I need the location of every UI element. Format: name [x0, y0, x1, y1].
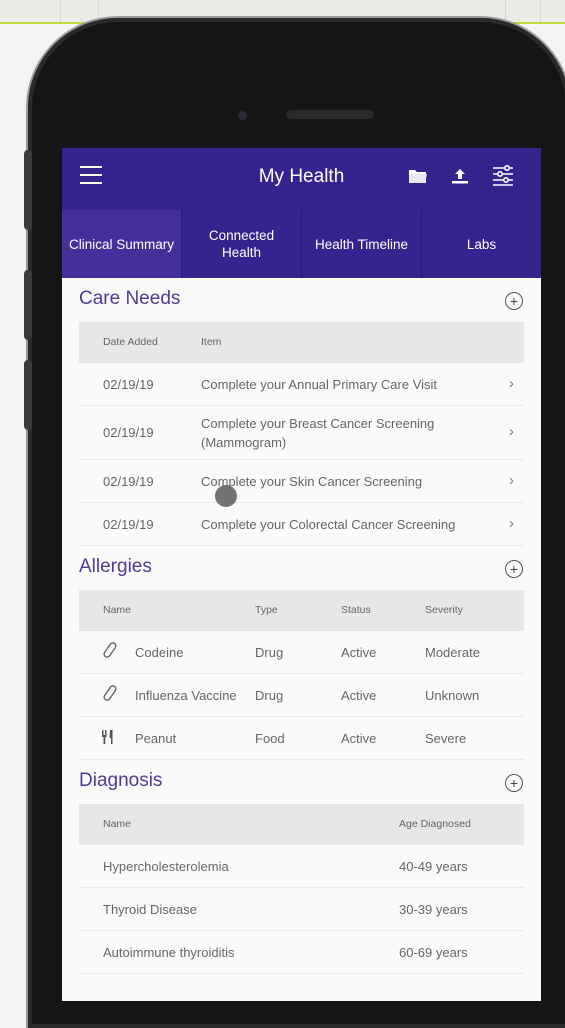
earpiece-speaker — [286, 110, 374, 119]
add-care-need-button[interactable]: + — [505, 292, 523, 310]
column-header: Name — [103, 604, 132, 616]
tab-clinical-summary[interactable]: Clinical Summary — [62, 210, 181, 278]
allergy-row[interactable]: Peanut Food Active Severe — [79, 717, 524, 760]
tab-label: Labs — [466, 236, 497, 252]
app-header: My Health — [62, 148, 541, 210]
date-cell: 02/19/19 — [103, 517, 154, 532]
phone-volume-up — [24, 270, 32, 340]
column-header: Status — [341, 604, 371, 616]
front-camera — [238, 111, 247, 120]
phone-side-button — [24, 150, 32, 230]
filter-settings-icon[interactable] — [492, 164, 514, 193]
add-diagnosis-button[interactable]: + — [505, 774, 523, 792]
care-need-row[interactable]: 02/19/19 Complete your Colorectal Cancer… — [79, 503, 524, 546]
diagnosis-section: Diagnosis + Name Age Diagnosed Hyperchol… — [62, 760, 541, 974]
table-header: Date Added Item — [79, 322, 524, 363]
item-cell: Complete your Skin Cancer Screening — [201, 474, 423, 489]
plus-icon: + — [509, 775, 519, 791]
allergy-type: Drug — [255, 688, 284, 703]
tab-label: Connected Health — [208, 228, 275, 260]
allergy-row[interactable]: Influenza Vaccine Drug Active Unknown — [79, 674, 524, 717]
column-header: Type — [255, 604, 278, 616]
age-diagnosed: 60-69 years — [399, 945, 468, 960]
allergy-severity: Unknown — [425, 688, 480, 703]
section-title: Care Needs — [79, 288, 181, 309]
plus-icon: + — [509, 561, 519, 577]
section-title: Allergies — [79, 556, 152, 577]
item-cell: Complete your Colorectal Cancer Screenin… — [201, 517, 456, 532]
column-header: Date Added — [103, 336, 158, 348]
allergy-status: Active — [341, 688, 377, 703]
column-header: Item — [201, 336, 222, 348]
care-need-row[interactable]: 02/19/19 Complete your Skin Cancer Scree… — [79, 460, 524, 503]
date-cell: 02/19/19 — [103, 377, 154, 392]
item-cell: Complete your Annual Primary Care Visit — [201, 377, 438, 392]
phone-volume-down — [24, 360, 32, 430]
allergy-name: Peanut — [135, 731, 177, 746]
section-title: Diagnosis — [79, 770, 163, 791]
table-header: Name Type Status Severity — [79, 590, 524, 631]
strip-divider — [540, 0, 541, 22]
upload-icon[interactable] — [450, 166, 470, 191]
care-needs-section: Care Needs + Date Added Item 02/19/19 Co… — [62, 278, 541, 546]
age-diagnosed: 30-39 years — [399, 902, 468, 917]
chevron-right-icon: › — [509, 515, 514, 532]
allergies-section: Allergies + Name Type Status Severity Co… — [62, 546, 541, 760]
item-cell: Complete your Breast Cancer Screening (M… — [201, 416, 435, 450]
strip-divider — [505, 0, 506, 22]
add-allergy-button[interactable]: + — [505, 560, 523, 578]
date-cell: 02/19/19 — [103, 425, 154, 440]
fork-knife-icon — [101, 729, 115, 748]
chevron-right-icon: › — [509, 423, 514, 440]
tab-label: Health Timeline — [314, 236, 409, 252]
diagnosis-name: Autoimmune thyroiditis — [103, 945, 235, 960]
care-need-row[interactable]: 02/19/19 Complete your Annual Primary Ca… — [79, 363, 524, 406]
tab-bar: Clinical Summary Connected Health Health… — [62, 210, 541, 278]
allergy-type: Drug — [255, 645, 284, 660]
tab-connected-health[interactable]: Connected Health — [181, 210, 301, 278]
strip-divider — [98, 0, 99, 22]
age-diagnosed: 40-49 years — [399, 859, 468, 874]
strip-divider — [60, 0, 61, 22]
tab-labs[interactable]: Labs — [421, 210, 541, 278]
chevron-right-icon: › — [509, 375, 514, 392]
table-header: Name Age Diagnosed — [79, 804, 524, 845]
chevron-right-icon: › — [509, 472, 514, 489]
tab-label: Clinical Summary — [68, 236, 175, 252]
allergy-type: Food — [255, 731, 285, 746]
diagnosis-row[interactable]: Hypercholesterolemia 40-49 years — [79, 845, 524, 888]
diagnosis-name: Hypercholesterolemia — [103, 859, 229, 874]
care-need-row[interactable]: 02/19/19 Complete your Breast Cancer Scr… — [79, 406, 524, 460]
column-header: Age Diagnosed — [399, 818, 471, 830]
touch-indicator — [215, 485, 237, 507]
allergy-row[interactable]: Codeine Drug Active Moderate — [79, 631, 524, 674]
allergy-severity: Severe — [425, 731, 467, 746]
diagnosis-row[interactable]: Autoimmune thyroiditis 60-69 years — [79, 931, 524, 974]
allergy-name: Influenza Vaccine — [135, 688, 237, 703]
allergy-severity: Moderate — [425, 645, 480, 660]
tab-health-timeline[interactable]: Health Timeline — [301, 210, 421, 278]
allergy-status: Active — [341, 731, 377, 746]
pill-icon — [103, 641, 117, 662]
app-screen: My Health Clinical Summary Connected Hea… — [62, 148, 541, 1001]
column-header: Severity — [425, 604, 463, 616]
column-header: Name — [103, 818, 132, 830]
diagnosis-name: Thyroid Disease — [103, 902, 197, 917]
date-cell: 02/19/19 — [103, 474, 154, 489]
allergy-status: Active — [341, 645, 377, 660]
folder-icon[interactable] — [408, 168, 428, 189]
plus-icon: + — [509, 293, 519, 309]
diagnosis-row[interactable]: Thyroid Disease 30-39 years — [79, 888, 524, 931]
pill-icon — [103, 684, 117, 705]
allergy-name: Codeine — [135, 645, 184, 660]
